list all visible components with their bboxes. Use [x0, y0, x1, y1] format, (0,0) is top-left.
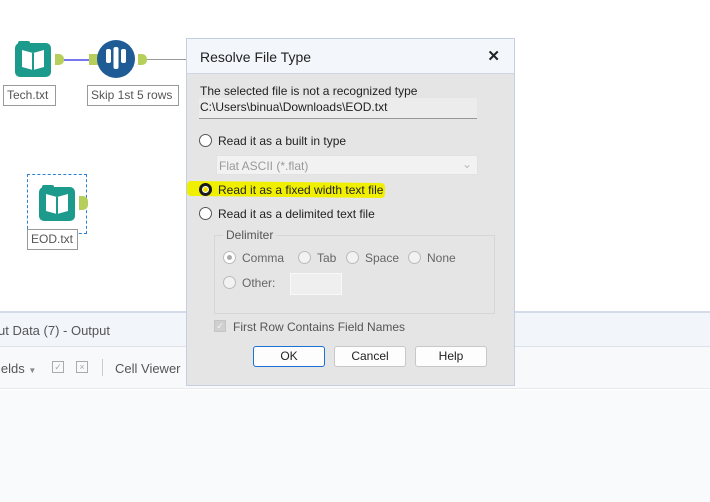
output-connector[interactable]: [79, 196, 88, 210]
dialog-message: The selected file is not a recognized ty…: [200, 84, 418, 98]
connection-line: [64, 59, 92, 61]
eod-input-tool[interactable]: [38, 184, 76, 222]
results-grid[interactable]: [0, 390, 710, 502]
delimiter-none-label: None: [427, 251, 456, 265]
delimiter-other-label: Other:: [242, 276, 276, 290]
tech-input-tool[interactable]: [14, 40, 52, 78]
sample-tool[interactable]: [97, 40, 135, 78]
delimiter-tab-radio[interactable]: [298, 251, 311, 264]
check-icon[interactable]: ✓: [52, 361, 64, 373]
builtin-type-select[interactable]: Flat ASCII (*.flat) ⌄: [216, 155, 478, 175]
delimited-label: Read it as a delimited text file: [218, 207, 375, 221]
dialog-title: Resolve File Type: [200, 49, 312, 65]
chevron-down-icon: ▼: [28, 366, 37, 375]
fields-label: ields: [0, 361, 25, 376]
delimiter-other-radio[interactable]: [223, 276, 236, 289]
delimiter-none-radio[interactable]: [408, 251, 421, 264]
deselect-icon[interactable]: ×: [76, 361, 88, 373]
delimiter-tab-label: Tab: [317, 251, 337, 265]
help-button[interactable]: Help: [415, 346, 487, 367]
delimiter-comma-radio[interactable]: [223, 251, 236, 264]
file-path-value: C:\Users\binua\Downloads\EOD.txt: [200, 100, 388, 114]
delimited-radio[interactable]: [199, 207, 212, 220]
cancel-button[interactable]: Cancel: [334, 346, 406, 367]
cell-viewer-dropdown[interactable]: Cell Viewer: [115, 361, 181, 376]
fields-dropdown[interactable]: ields ▼: [0, 361, 36, 376]
builtin-type-radio[interactable]: [199, 134, 212, 147]
first-row-checkbox[interactable]: ✓: [214, 320, 226, 332]
builtin-type-label: Read it as a built in type: [218, 134, 347, 148]
resolve-file-type-dialog: Resolve File Type ✕ The selected file is…: [186, 38, 515, 386]
delimiter-space-radio[interactable]: [346, 251, 359, 264]
sample-tubes-icon: [97, 40, 135, 78]
first-row-label: First Row Contains Field Names: [233, 320, 406, 334]
delimiter-space-label: Space: [365, 251, 400, 265]
delimiter-legend: Delimiter: [223, 228, 277, 242]
output-connector[interactable]: [138, 54, 147, 65]
book-icon: [39, 185, 75, 221]
fixed-width-radio[interactable]: [199, 183, 212, 196]
tool-label: Tech.txt: [3, 85, 56, 106]
file-path-field[interactable]: C:\Users\binua\Downloads\EOD.txt: [199, 98, 477, 119]
chevron-down-icon: ⌄: [461, 157, 472, 171]
delimiter-group: [214, 235, 495, 314]
tool-label: Skip 1st 5 rows: [87, 85, 179, 106]
delimiter-other-input[interactable]: [290, 273, 342, 295]
ok-button[interactable]: OK: [253, 346, 325, 367]
toolbar-divider: [102, 359, 103, 376]
dialog-titlebar: Resolve File Type ✕: [187, 39, 514, 74]
book-icon: [15, 41, 51, 77]
close-icon[interactable]: ✕: [487, 47, 500, 65]
delimiter-comma-label: Comma: [242, 251, 285, 265]
connection-line: [147, 59, 187, 60]
tool-label: EOD.txt: [27, 229, 78, 250]
fixed-width-label: Read it as a fixed width text file: [218, 183, 384, 197]
results-panel-title: ut Data (7) - Output: [0, 323, 110, 338]
builtin-type-value: Flat ASCII (*.flat): [219, 159, 309, 173]
output-connector[interactable]: [55, 54, 64, 65]
